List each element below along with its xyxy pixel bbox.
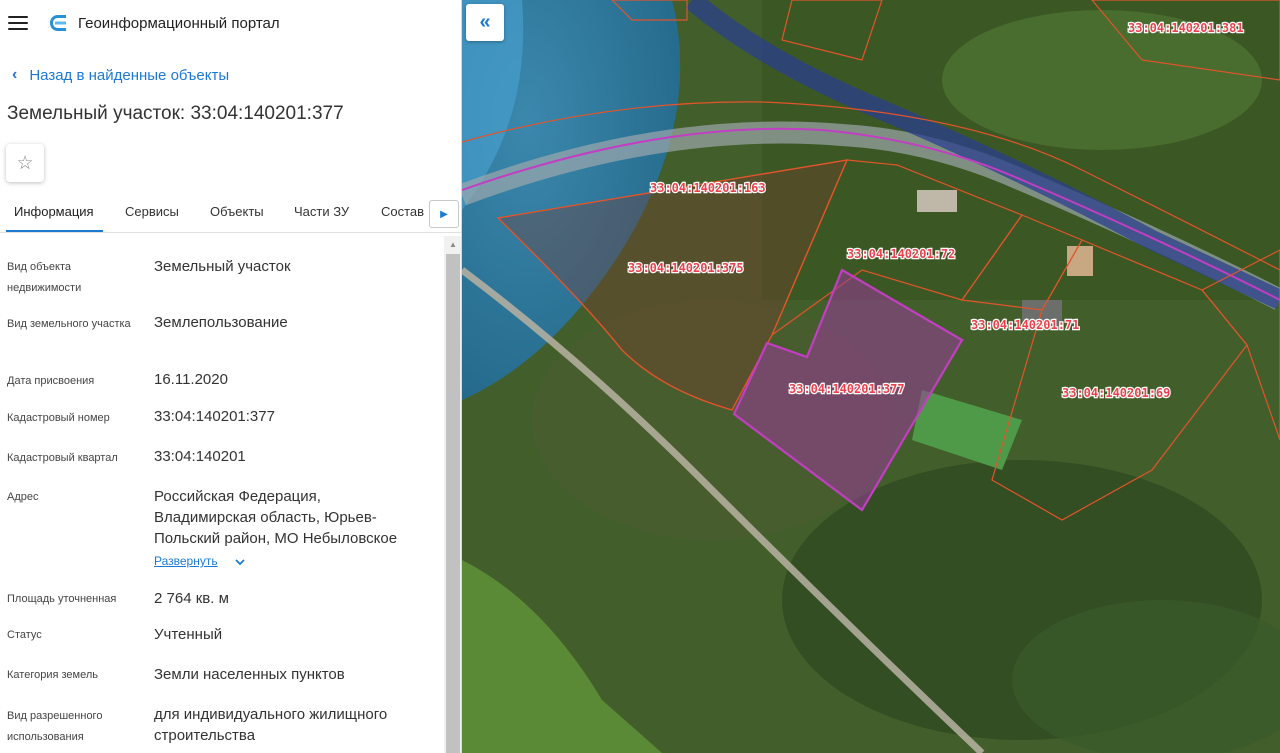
parcel-label-69[interactable]: 33:04:140201:69	[1061, 385, 1172, 401]
properties-scrollbar[interactable]: ▲	[444, 236, 461, 753]
parcel-label-71[interactable]: 33:04:140201:71	[970, 317, 1081, 333]
object-tabs: Информация Сервисы Объекты Части ЗУ Сост…	[0, 196, 461, 233]
back-to-results-link[interactable]: ‹ Назад в найденные объекты	[12, 66, 229, 84]
prop-label-permitted-use: Вид разрешенного использования	[7, 710, 103, 743]
prop-label-cadastral-quarter: Кадастровый квартал	[7, 452, 118, 464]
triangle-right-icon: ▶	[440, 208, 448, 220]
info-panel: Геоинформационный портал ‹ Назад в найде…	[0, 0, 462, 753]
prop-label-object-type: Вид объекта недвижимости	[7, 261, 82, 294]
prop-label-status: Статус	[7, 629, 42, 641]
favorite-star-button[interactable]: ☆	[6, 144, 44, 182]
prop-label-cadastral-number: Кадастровый номер	[7, 412, 110, 424]
scrollbar-thumb[interactable]	[446, 254, 460, 753]
scroll-up-icon[interactable]: ▲	[444, 236, 461, 252]
prop-label-assign-date: Дата присвоения	[7, 375, 95, 387]
top-bar: Геоинформационный портал	[0, 0, 461, 46]
prop-value-land-category: Земли населенных пунктов	[154, 666, 345, 683]
parcel-label-381[interactable]: 33:04:140201:381	[1127, 20, 1245, 36]
prop-value-object-type: Земельный участок	[154, 258, 291, 275]
prop-value-area: 2 764 кв. м	[154, 590, 229, 607]
prop-value-permitted-use: для индивидуального жилищного строительс…	[154, 706, 388, 744]
chevron-left-icon: ‹	[12, 66, 18, 83]
prop-label-area: Площадь уточненная	[7, 593, 117, 605]
prop-value-cadastral-quarter: 33:04:140201	[154, 448, 246, 465]
properties-list: Вид объекта недвижимости Земельный участ…	[0, 236, 444, 753]
prop-label-land-category: Категория земель	[7, 669, 98, 681]
prop-value-address: Российская Федерация, Владимирская облас…	[154, 488, 398, 547]
parcel-label-72[interactable]: 33:04:140201:72	[846, 246, 957, 262]
parcel-labels-layer: 33:04:140201:381 33:04:140201:163 33:04:…	[627, 20, 1245, 401]
collapse-panel-button[interactable]: «	[466, 4, 504, 41]
tab-parcel-parts[interactable]: Части ЗУ	[294, 204, 349, 219]
back-link-label: Назад в найденные объекты	[29, 66, 230, 84]
tab-objects[interactable]: Объекты	[210, 204, 264, 219]
prop-value-parcel-type: Землепользование	[154, 314, 288, 331]
prop-value-status: Учтенный	[154, 626, 223, 643]
tab-composition[interactable]: Состав	[381, 204, 424, 219]
parcel-label-375[interactable]: 33:04:140201:375	[627, 260, 745, 276]
parcel-label-163[interactable]: 33:04:140201:163	[649, 180, 767, 196]
star-icon: ☆	[16, 152, 34, 174]
address-expand-link[interactable]: Развернуть	[154, 554, 218, 568]
double-chevron-left-icon: «	[479, 11, 491, 33]
tabs-scroll-right-button[interactable]: ▶	[429, 200, 459, 228]
prop-label-parcel-type: Вид земельного участка	[7, 318, 131, 330]
cadastral-map[interactable]: 33:04:140201:381 33:04:140201:163 33:04:…	[462, 0, 1280, 753]
prop-value-assign-date: 16.11.2020	[154, 371, 228, 388]
prop-value-cadastral-number: 33:04:140201:377	[154, 408, 275, 425]
parcel-label-377[interactable]: 33:04:140201:377	[788, 381, 906, 397]
active-tab-indicator	[6, 230, 103, 232]
tab-information[interactable]: Информация	[14, 204, 94, 219]
hamburger-icon[interactable]	[8, 16, 28, 30]
object-title: Земельный участок: 33:04:140201:377	[7, 103, 344, 124]
portal-logo-icon	[50, 15, 66, 31]
prop-label-address: Адрес	[7, 491, 39, 503]
app-title: Геоинформационный портал	[78, 14, 280, 32]
chevron-down-icon[interactable]	[233, 556, 247, 568]
tab-services[interactable]: Сервисы	[125, 204, 179, 219]
